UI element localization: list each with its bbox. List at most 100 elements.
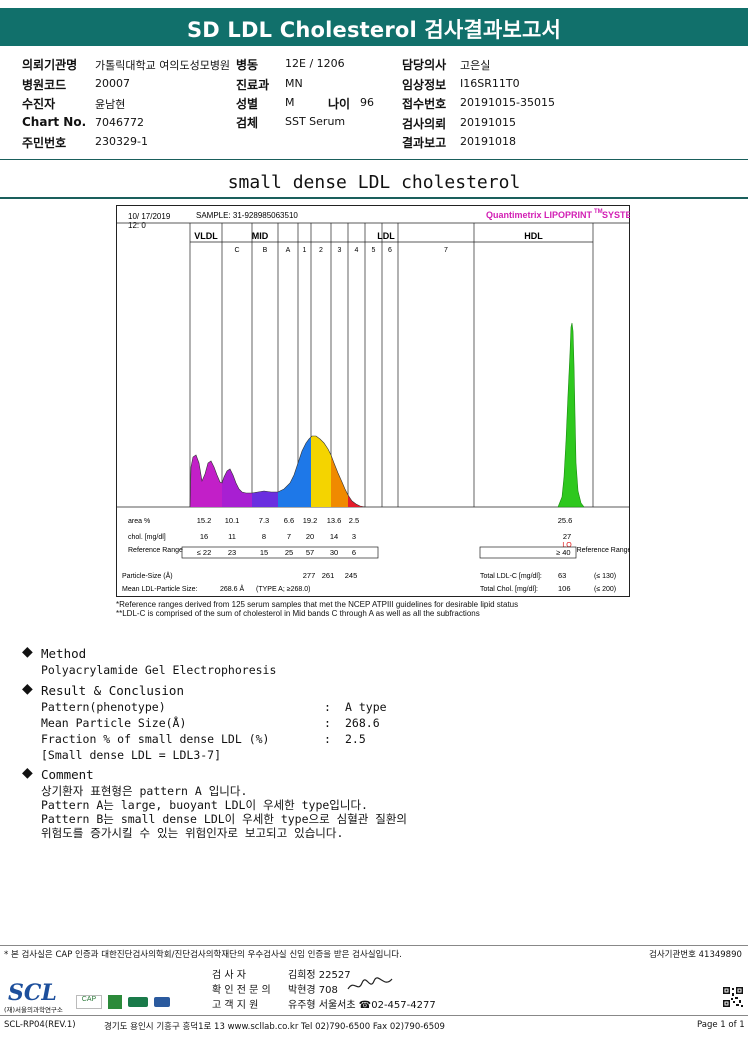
- comment-line: 위험도를 증가시킬 수 있는 위험인자로 보고되고 있습니다.: [41, 826, 344, 840]
- report-title: SD LDL Cholesterol 검사결과보고서: [186, 18, 562, 42]
- receipt-value: 20191015-35015: [460, 96, 555, 109]
- area-pct-value: 7.3: [259, 516, 269, 525]
- institution-label: 의뢰기관명: [22, 58, 78, 72]
- total-chol-ref: (≤ 200): [594, 586, 616, 593]
- particle-size-value: 261: [322, 571, 335, 580]
- result-row-label: Pattern(phenotype): [41, 700, 166, 714]
- ref-range-box: [181, 546, 379, 559]
- row-label-chol: chol. [mg/dl]: [128, 534, 166, 541]
- kala-certification-icon: [154, 997, 170, 1007]
- ldl-1-left-area: [298, 437, 311, 507]
- report-value: 20191018: [460, 135, 516, 148]
- result-row-value: 2.5: [345, 732, 366, 746]
- method-heading: Method: [41, 646, 87, 661]
- group-label: LDL: [377, 231, 395, 241]
- area-pct-value: 6.6: [284, 516, 294, 525]
- mean-ldl-label: Mean LDL-Particle Size:: [122, 586, 198, 593]
- mean-ldl-type: (TYPE A; ≥268.0): [256, 586, 310, 593]
- total-chol-label: Total Chol. [mg/dl]:: [480, 586, 538, 593]
- ref-range-value: 6: [352, 548, 356, 557]
- divider: [0, 159, 748, 160]
- divider: [0, 197, 748, 199]
- ref-range-value: 57: [306, 548, 314, 557]
- ward-value: 12E / 1206: [285, 57, 345, 70]
- area-pct-value: 19.2: [303, 516, 318, 525]
- doctor-label: 담당의사: [402, 58, 447, 72]
- ref-range-value: 30: [330, 548, 338, 557]
- result-heading: Result & Conclusion: [41, 683, 184, 698]
- support-value: 유주형 서울서초 ☎02-457-4277: [288, 1000, 436, 1011]
- receipt-label: 접수번호: [402, 97, 447, 111]
- area-pct-value: 10.1: [225, 516, 240, 525]
- age-value: 96: [360, 96, 374, 109]
- doctor-value: 고은실: [460, 59, 491, 72]
- ldl-1-area: [311, 436, 331, 507]
- specimen-label: 검체: [236, 116, 259, 130]
- hdl-area-value: 25.6: [558, 516, 573, 525]
- mid-b-area: [252, 491, 278, 507]
- chol-value: 20: [306, 532, 314, 541]
- department-value: MN: [285, 77, 303, 90]
- confirmer-label: 확 인 전 문 의: [212, 985, 271, 996]
- area-pct-value: 2.5: [349, 516, 359, 525]
- chart-date: 10/ 17/2019: [128, 212, 171, 221]
- band-label: 3: [338, 247, 342, 254]
- qr-code-icon: [722, 986, 744, 1008]
- sex-label: 성별: [236, 97, 259, 111]
- particle-size-value: 277: [303, 571, 316, 580]
- sex-value: M: [285, 96, 295, 109]
- result-row-label: Mean Particle Size(Å): [41, 716, 187, 730]
- scl-logo: SCL: [8, 980, 57, 1006]
- hdl-peak: [557, 322, 585, 508]
- document-code: SCL-RP04(REV.1): [4, 1020, 76, 1030]
- footer-divider: [0, 1015, 748, 1016]
- age-label: 나이: [328, 97, 351, 111]
- certification-notice: * 본 검사실은 CAP 인증과 대한진단검사의학회/진단검사의학재단의 우수검…: [4, 950, 402, 960]
- hospital-code-value: 20007: [95, 77, 130, 90]
- institution-value: 가톨릭대학교 여의도성모병원: [95, 59, 231, 72]
- chol-value: 11: [228, 532, 236, 541]
- patient-value: 윤남현: [95, 98, 126, 111]
- patient-label: 수진자: [22, 97, 56, 111]
- hospital-code-label: 병원코드: [22, 78, 67, 92]
- band-label: 2: [319, 247, 323, 254]
- request-value: 20191015: [460, 116, 516, 129]
- footnote-2: **LDL-C is comprised of the sum of chole…: [116, 609, 480, 618]
- result-row-label: Fraction % of small dense LDL (%): [41, 732, 270, 746]
- band-label: 1: [303, 247, 307, 254]
- physician-signature: [347, 977, 393, 990]
- page-number: Page 1 of 1: [697, 1020, 745, 1030]
- band-label: 4: [355, 247, 359, 254]
- lm-certification-icon: [108, 995, 122, 1009]
- cap-accreditation-icon: CAP: [76, 995, 102, 1009]
- report-label: 결과보고: [402, 136, 447, 150]
- mid-c-area: [222, 469, 252, 507]
- result-row-value: 268.6: [345, 716, 380, 730]
- row-label-area: area %: [128, 518, 150, 525]
- ref-range-value: 15: [260, 548, 268, 557]
- method-text: Polyacrylamide Gel Electrophoresis: [41, 663, 277, 677]
- plot-area: VLDL MID LDL HDL C B A 1 2 3 4 5 6 7: [116, 223, 630, 508]
- result-row-colon: :: [324, 732, 331, 746]
- result-row-value: A type: [345, 700, 387, 714]
- result-note: [Small dense LDL = LDL3-7]: [41, 748, 222, 762]
- chol-value: 7: [287, 532, 291, 541]
- hdl-chol-value: 27: [563, 532, 571, 541]
- ref-range-value: ≤ 22: [197, 548, 212, 557]
- result-row-colon: :: [324, 700, 331, 714]
- footer-divider: [0, 945, 748, 946]
- chart-no-value: 7046772: [95, 116, 144, 129]
- support-label: 고 객 지 원: [212, 1000, 259, 1011]
- chol-value: 16: [200, 532, 208, 541]
- particle-size-value: 245: [345, 571, 358, 580]
- resident-label: 주민번호: [22, 136, 67, 150]
- clinical-info-label: 임상정보: [402, 78, 447, 92]
- row-label-ref: Reference Range: [128, 547, 183, 554]
- chol-value: 3: [352, 532, 356, 541]
- diamond-bullet-icon: ◆: [22, 765, 33, 781]
- lipoprint-chart: 10/ 17/2019 12: 0 SAMPLE: 31-92898506351…: [116, 209, 630, 593]
- band-label: 5: [372, 247, 376, 254]
- chart-sample: SAMPLE: 31-928985063510: [196, 211, 298, 220]
- comment-heading: Comment: [41, 767, 94, 782]
- group-label: HDL: [524, 231, 543, 241]
